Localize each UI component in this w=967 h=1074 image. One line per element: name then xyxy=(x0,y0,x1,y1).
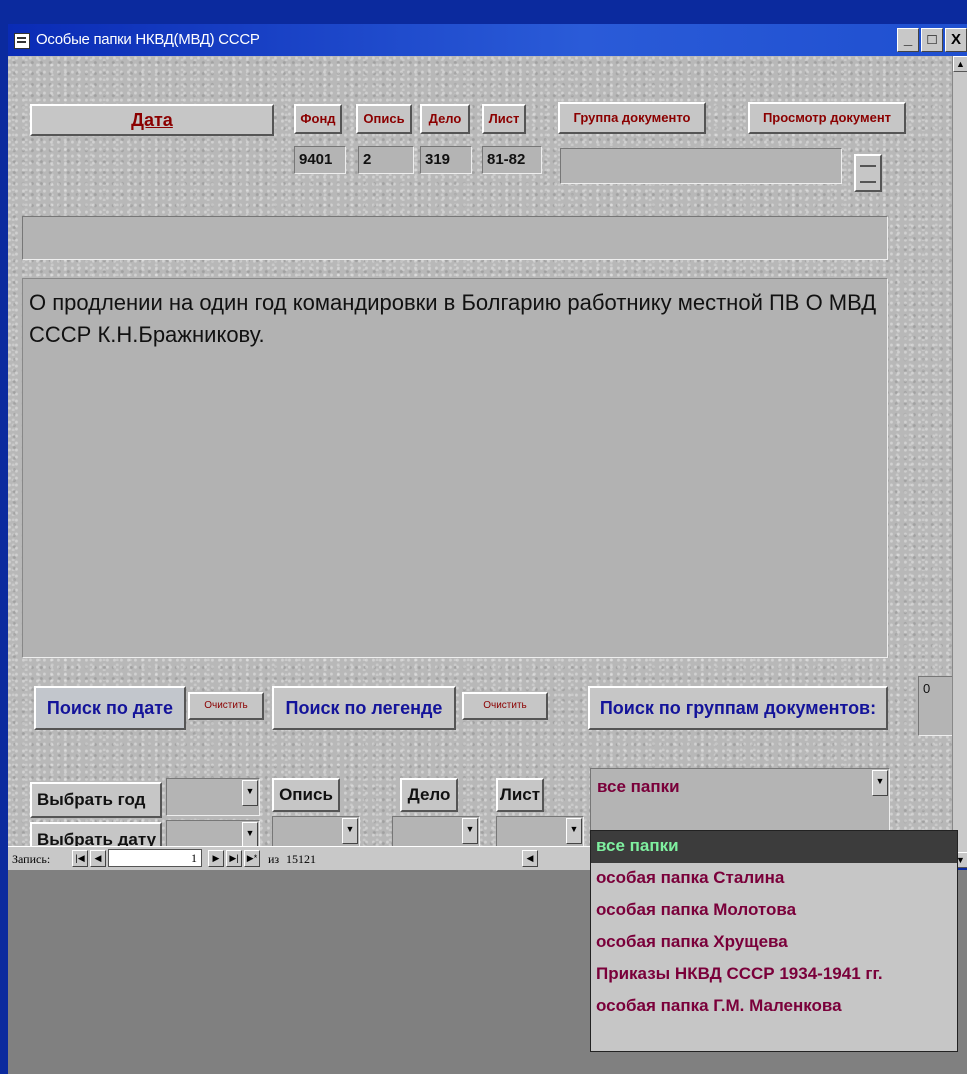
document-group-button[interactable]: Группа документо xyxy=(558,102,706,134)
choose-year-button[interactable]: Выбрать год xyxy=(30,782,162,818)
page-button[interactable] xyxy=(854,154,882,192)
delo-header-button[interactable]: Дело xyxy=(420,104,470,134)
clear-legend-button[interactable]: Очистить xyxy=(462,692,548,720)
opis-header-button[interactable]: Опись xyxy=(356,104,412,134)
chevron-down-icon[interactable]: ▼ xyxy=(462,818,478,844)
year-combo[interactable]: ▼ xyxy=(166,778,260,816)
list-item[interactable]: все папки xyxy=(591,831,957,863)
list-search-button[interactable]: Лист xyxy=(496,778,544,812)
title-bar: Особые папки НКВД(МВД) СССР _ □ X xyxy=(8,24,967,56)
total-records: 15121 xyxy=(286,852,316,866)
chevron-down-icon[interactable]: ▼ xyxy=(566,818,582,844)
last-record-icon[interactable]: ▶| xyxy=(226,850,242,867)
list-header-button[interactable]: Лист xyxy=(482,104,526,134)
list-field[interactable]: 81-82 xyxy=(482,146,542,174)
list-combo[interactable]: ▼ xyxy=(496,816,584,848)
group-combo-value[interactable]: все папки xyxy=(597,777,680,797)
list-item[interactable]: Приказы НКВД СССР 1934-1941 гг. xyxy=(591,959,957,991)
current-record-field[interactable]: 1 xyxy=(108,849,202,867)
list-item[interactable]: особая папка Молотова xyxy=(591,895,957,927)
fond-field[interactable]: 9401 xyxy=(294,146,346,174)
next-record-icon[interactable]: ▶ xyxy=(208,850,224,867)
clear-date-button[interactable]: Очистить xyxy=(188,692,264,720)
minimize-button[interactable]: _ xyxy=(897,28,919,52)
list-item[interactable]: особая папка Сталина xyxy=(591,863,957,895)
of-label: из xyxy=(268,852,280,866)
chevron-down-icon[interactable]: ▼ xyxy=(872,770,888,796)
counter-field: 0 xyxy=(918,676,954,736)
form-icon xyxy=(14,33,30,49)
record-form: Дата Фонд Опись Дело Лист Группа докумен… xyxy=(8,56,954,868)
delo-field[interactable]: 319 xyxy=(420,146,472,174)
record-label: Запись: xyxy=(12,852,51,866)
search-by-legend-button[interactable]: Поиск по легенде xyxy=(272,686,456,730)
search-by-date-button[interactable]: Поиск по дате xyxy=(34,686,186,730)
fond-header-button[interactable]: Фонд xyxy=(294,104,342,134)
chevron-down-icon[interactable]: ▼ xyxy=(242,780,258,806)
chevron-down-icon[interactable]: ▼ xyxy=(342,818,358,844)
previous-record-icon[interactable]: ◀ xyxy=(90,850,106,867)
opis-combo[interactable]: ▼ xyxy=(272,816,360,848)
list-item[interactable]: особая папка Хрущева xyxy=(591,927,957,959)
delo-combo[interactable]: ▼ xyxy=(392,816,480,848)
document-description[interactable]: О продлении на один год командировки в Б… xyxy=(22,278,888,658)
window-title: Особые папки НКВД(МВД) СССР xyxy=(36,31,260,48)
info-bar-field[interactable] xyxy=(22,216,888,260)
first-record-icon[interactable]: |◀ xyxy=(72,850,88,867)
new-record-icon[interactable]: ▶* xyxy=(244,850,260,867)
scroll-left-arrow-icon[interactable]: ◀ xyxy=(522,850,538,867)
chevron-down-icon[interactable]: ▼ xyxy=(242,822,258,848)
page-lines-icon xyxy=(860,165,876,183)
vertical-scrollbar[interactable]: ▲ ▼ xyxy=(952,56,967,868)
view-document-button[interactable]: Просмотр документ xyxy=(748,102,906,134)
date-button[interactable]: Дата xyxy=(30,104,274,136)
delo-search-button[interactable]: Дело xyxy=(400,778,458,812)
document-group-field[interactable] xyxy=(560,148,842,184)
list-item[interactable]: особая папка Г.М. Маленкова xyxy=(591,991,957,1023)
search-by-groups-button[interactable]: Поиск по группам документов: xyxy=(588,686,888,730)
group-dropdown-list[interactable]: все папки особая папка Сталина особая па… xyxy=(590,830,958,1052)
restore-button[interactable]: □ xyxy=(921,28,943,52)
opis-search-button[interactable]: Опись xyxy=(272,778,340,812)
close-button[interactable]: X xyxy=(945,28,967,52)
opis-field[interactable]: 2 xyxy=(358,146,414,174)
scroll-up-arrow-icon[interactable]: ▲ xyxy=(953,56,967,72)
